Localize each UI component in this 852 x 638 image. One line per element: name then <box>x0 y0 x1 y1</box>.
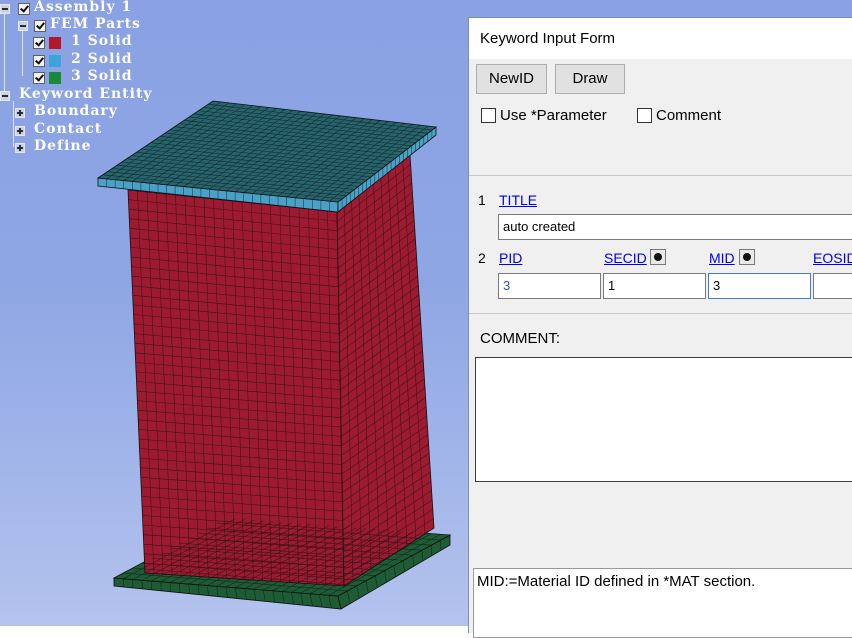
keyword-input-form[interactable]: Keyword Input Form NewID Draw Use *Param… <box>468 17 852 638</box>
title-field[interactable]: auto created <box>498 214 852 240</box>
expand-icon[interactable] <box>15 126 25 136</box>
tree-label: FEM Parts <box>50 16 141 32</box>
tree-label: Define <box>34 138 92 154</box>
color-swatch <box>49 37 61 49</box>
tree-connector <box>4 10 5 94</box>
pid-link[interactable]: PID <box>499 250 522 266</box>
eosid-link[interactable]: EOSID <box>813 250 852 266</box>
checkbox-icon[interactable] <box>33 37 45 49</box>
comment-checkbox-label: Comment <box>656 107 722 124</box>
checkbox-icon[interactable] <box>18 3 30 15</box>
mid-pick-icon[interactable] <box>739 249 755 265</box>
tree-label: Assembly 1 <box>34 0 133 15</box>
tree-label: Contact <box>34 121 103 137</box>
use-parameter-checkbox[interactable] <box>481 108 496 123</box>
dialog-title: Keyword Input Form <box>469 18 852 59</box>
expand-icon[interactable] <box>15 108 25 118</box>
tree-label: Keyword Entity <box>19 86 153 102</box>
color-swatch <box>49 55 61 67</box>
checkbox-icon[interactable] <box>33 55 45 67</box>
use-parameter-label: Use *Parameter <box>500 107 607 124</box>
help-text-panel: MID:=Material ID defined in *MAT section… <box>473 568 852 638</box>
comment-label: COMMENT: <box>480 330 560 347</box>
divider <box>469 175 852 176</box>
title-link[interactable]: TITLE <box>499 192 537 208</box>
checkbox-icon[interactable] <box>33 72 45 84</box>
color-swatch <box>49 72 61 84</box>
tree-connector <box>22 30 23 76</box>
newid-button[interactable]: NewID <box>476 64 547 94</box>
row-number: 1 <box>478 192 486 208</box>
tree-label: Boundary <box>34 103 118 119</box>
secid-link[interactable]: SECID <box>604 250 647 266</box>
collapse-icon[interactable] <box>18 21 28 31</box>
tree-label: 3 Solid <box>71 68 133 84</box>
row-number: 2 <box>478 250 486 266</box>
draw-button[interactable]: Draw <box>555 64 625 94</box>
model-tree[interactable]: Assembly 1 FEM Parts 1 Solid 2 Solid 3 S… <box>0 0 200 160</box>
tree-connector <box>13 101 14 147</box>
divider <box>469 313 852 314</box>
mid-field[interactable]: 3 <box>708 273 811 299</box>
checkbox-icon[interactable] <box>34 20 46 32</box>
secid-field[interactable]: 1 <box>603 273 706 299</box>
collapse-icon[interactable] <box>0 4 10 14</box>
eosid-field[interactable] <box>813 273 852 299</box>
tree-label: 2 Solid <box>71 51 133 67</box>
tree-label: 1 Solid <box>71 33 133 49</box>
mid-link[interactable]: MID <box>709 250 735 266</box>
comment-textarea[interactable] <box>475 357 852 482</box>
expand-icon[interactable] <box>15 143 25 153</box>
secid-pick-icon[interactable] <box>650 249 666 265</box>
help-text: MID:=Material ID defined in *MAT section… <box>477 573 756 590</box>
pid-field[interactable]: 3 <box>498 273 601 299</box>
collapse-icon[interactable] <box>0 91 10 101</box>
comment-checkbox[interactable] <box>637 108 652 123</box>
